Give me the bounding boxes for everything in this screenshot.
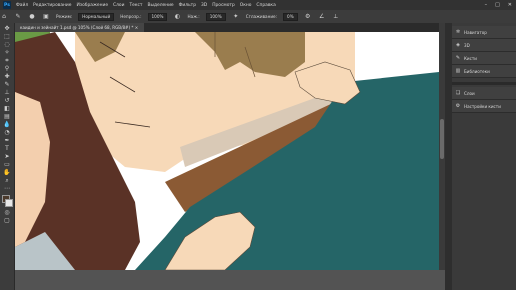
menu-3d[interactable]: 3D [201,3,207,8]
options-bar: ⌂ ✎ ● ▣ Режим: Нормальный Непрозр.: 100%… [0,10,516,24]
status-area [15,270,439,290]
panel-brush-settings[interactable]: ⚙ Настройки кисти [452,100,516,113]
opacity-field[interactable]: 100% [147,12,168,21]
pressure-field[interactable]: 100% [205,12,226,21]
canvas-illustration [15,32,439,270]
menu-text[interactable]: Текст [129,3,142,8]
tools-panel: ✥ ⬚ ◌ ✧ ⌗ ⚲ ✚ ✎ ⊥ ↺ ◧ ▤ 💧 ◔ ✒ T ➤ ▭ ✋ ⌕ … [0,23,15,290]
compass-icon: ✲ [455,29,461,35]
brush-tool-icon-left[interactable]: ✎ [2,81,12,88]
smoothing-label: Сглаживание: [245,14,278,19]
brush-tool-icon[interactable]: ✎ [14,13,22,21]
brush-preset-icon[interactable]: ● [28,13,36,21]
hand-tool-icon[interactable]: ✋ [2,169,12,176]
menu-layers[interactable]: Слои [113,3,124,8]
tab-close-icon[interactable]: × [135,25,138,30]
document-tab[interactable]: каидин и зейнайт 1.psd @ 105% (Слой 68, … [14,23,145,32]
dodge-tool-icon[interactable]: ◔ [2,129,12,136]
marquee-tool-icon[interactable]: ⬚ [2,33,12,40]
background-color-swatch[interactable] [5,199,13,207]
zoom-tool-icon[interactable]: ⌕ [2,177,12,184]
eraser-tool-icon[interactable]: ◧ [2,105,12,112]
stamp-tool-icon[interactable]: ⊥ [2,89,12,96]
document-tab-title: каидин и зейнайт 1.psd @ 105% (Слой 68, … [20,25,134,30]
menu-bar: Ps Файл Редактирование Изображение Слои … [0,0,516,10]
menu-view[interactable]: Просмотр [212,3,235,8]
panel-brushes-label: Кисти [464,55,477,61]
menu-file[interactable]: Файл [16,3,28,8]
panel-libraries-label: Библиотеки [464,68,490,74]
blur-tool-icon[interactable]: 💧 [2,121,12,128]
layers-icon: ❏ [455,90,461,96]
pen-tool-icon[interactable]: ✒ [2,137,12,144]
panel-divider [452,82,516,85]
cube-icon: ◈ [456,42,460,48]
symmetry-icon[interactable]: ⟂ [332,13,340,21]
panel-navigator-label: Навигатор [464,29,487,35]
eyedropper-tool-icon[interactable]: ⚲ [2,65,12,72]
panel-navigator[interactable]: ✲ Навигатор [452,26,516,39]
pressure-opacity-icon[interactable]: ◐ [173,13,181,21]
smoothing-field[interactable]: 0% [283,12,298,21]
panel-layers-label: Слои [464,90,475,96]
angle-icon[interactable]: ∠ [318,13,326,21]
library-icon: ▥ [455,68,461,74]
path-select-tool-icon[interactable]: ➤ [2,153,12,160]
minimize-icon[interactable]: – [485,2,488,8]
crop-tool-icon[interactable]: ⌗ [2,57,12,64]
panel-libraries[interactable]: ▥ Библиотеки [452,65,516,78]
lasso-tool-icon[interactable]: ◌ [2,41,12,48]
menu-help[interactable]: Справка [256,3,275,8]
panel-3d[interactable]: ◈ 3D [452,39,516,52]
pressure-label: Наж.: [187,14,200,19]
menu-window[interactable]: Окно [240,3,252,8]
more-tools-icon[interactable]: ⋯ [2,185,12,192]
screen-mode-icon[interactable]: ▢ [2,217,12,224]
panel-3d-label: 3D [464,42,470,48]
document-tab-bar: каидин и зейнайт 1.psd @ 105% (Слой 68, … [14,23,439,32]
history-brush-tool-icon[interactable]: ↺ [2,97,12,104]
brush-settings-icon: ⚙ [455,103,461,109]
brush-icon: ✎ [455,55,461,61]
gear-icon[interactable]: ⚙ [304,13,312,21]
window-controls: – □ ✕ [485,0,512,10]
gradient-tool-icon[interactable]: ▤ [2,113,12,120]
type-tool-icon[interactable]: T [2,145,12,152]
panel-brushes[interactable]: ✎ Кисти [452,52,516,65]
panel-dock-strip [445,23,452,290]
quick-select-tool-icon[interactable]: ✧ [2,49,12,56]
menu-filter[interactable]: Фильтр [179,3,196,8]
panel-brush-settings-label: Настройки кисти [464,103,501,109]
shape-tool-icon[interactable]: ▭ [2,161,12,168]
menu-edit[interactable]: Редактирование [33,3,71,8]
panel-layers[interactable]: ❏ Слои [452,87,516,100]
airbrush-icon[interactable]: ✦ [232,13,240,21]
scrollbar-thumb[interactable] [440,119,444,159]
panels-dock: ✲ Навигатор ◈ 3D ✎ Кисти ▥ Библиотеки ❏ … [452,23,516,290]
maximize-icon[interactable]: □ [495,2,500,8]
home-icon[interactable]: ⌂ [0,13,8,21]
mode-label: Режим: [56,14,73,19]
move-tool-icon[interactable]: ✥ [2,25,12,32]
canvas-area[interactable] [15,32,439,270]
mode-select[interactable]: Нормальный [78,12,115,21]
menu-select[interactable]: Выделение [147,3,173,8]
opacity-label: Непрозр.: [120,14,142,19]
menu-image[interactable]: Изображение [76,3,108,8]
brush-panel-toggle-icon[interactable]: ▣ [42,13,50,21]
photoshop-logo-icon: Ps [3,1,11,9]
healing-tool-icon[interactable]: ✚ [2,73,12,80]
close-icon[interactable]: ✕ [508,2,512,8]
quick-mask-icon[interactable]: ◎ [2,209,12,216]
